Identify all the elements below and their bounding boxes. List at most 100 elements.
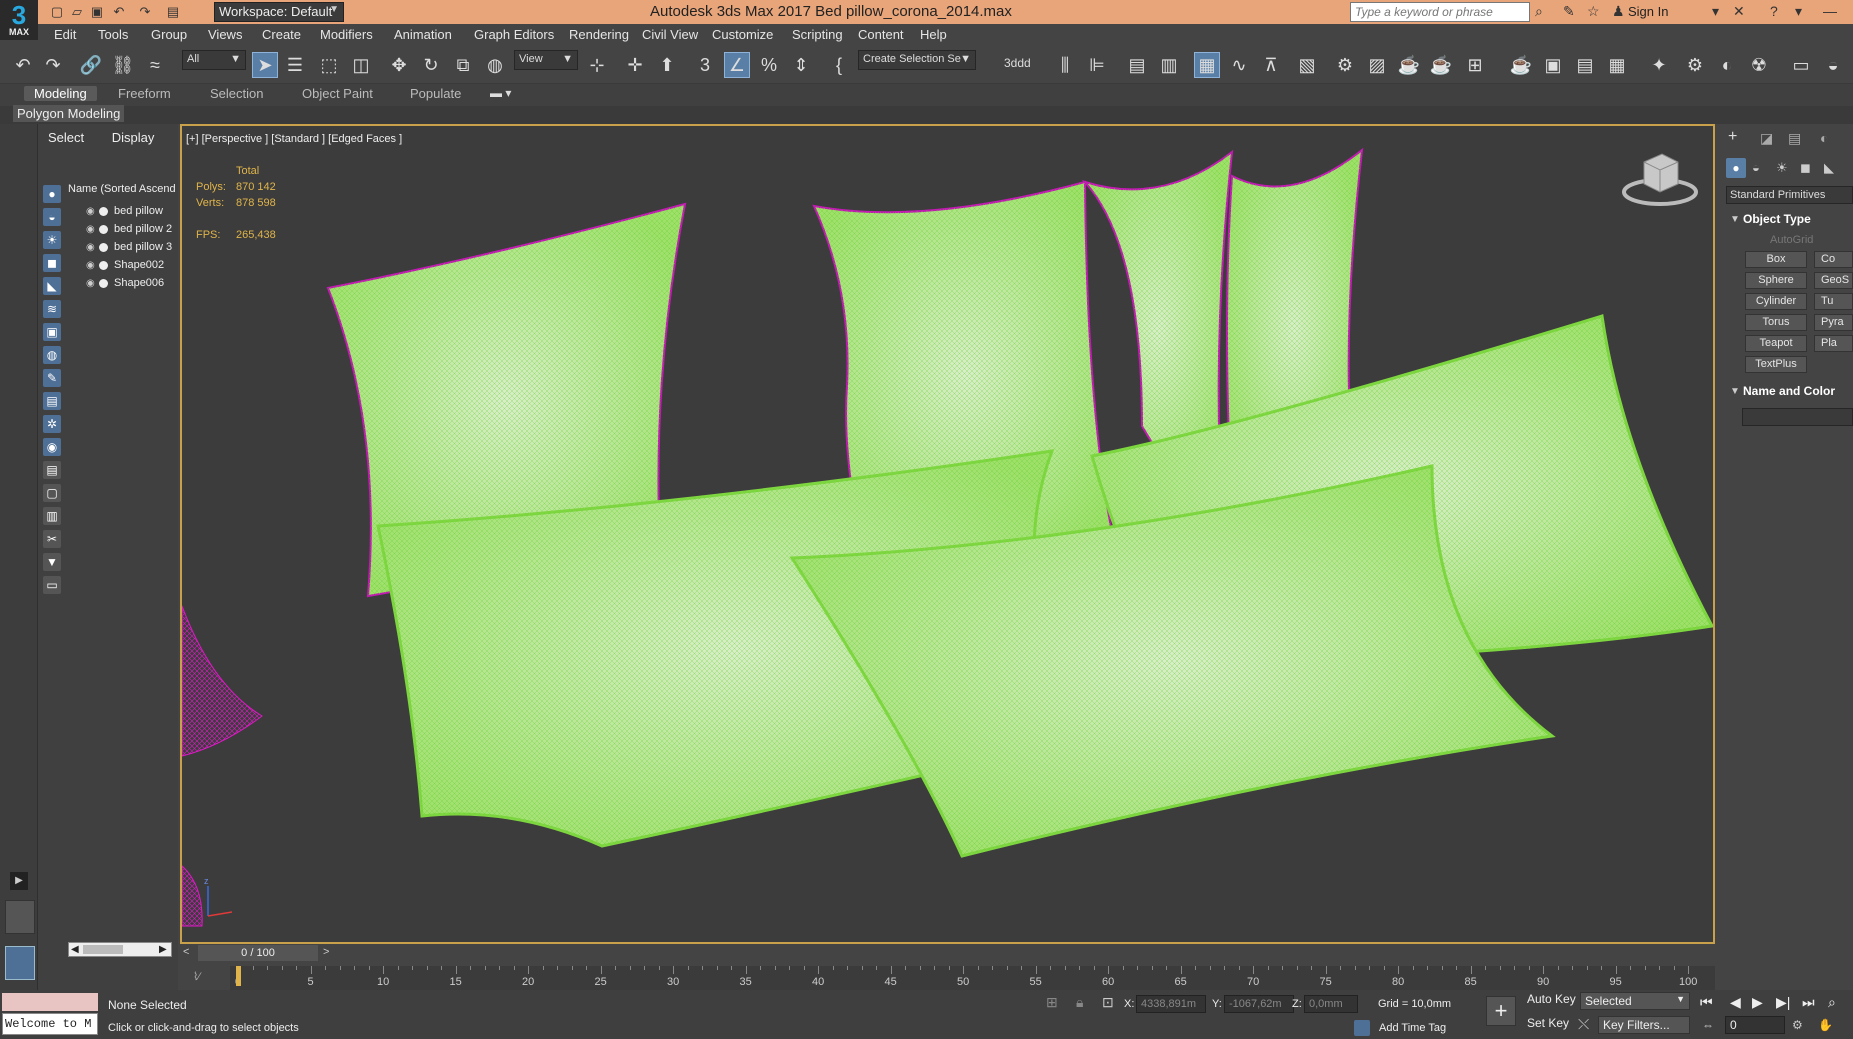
save-file-icon[interactable]: ▣ <box>88 3 106 20</box>
toggle-ribbon-icon[interactable]: ▦ <box>1194 52 1220 78</box>
binoculars-icon[interactable]: ⌕ <box>1535 3 1543 20</box>
edit-named-selection-icon[interactable]: { <box>826 52 852 78</box>
helpers-category-icon[interactable]: ◣ <box>1824 160 1834 176</box>
menu-scripting[interactable]: Scripting <box>792 27 843 42</box>
group-filter-icon[interactable]: ▣ <box>43 323 61 341</box>
motion-tab-icon[interactable]: ◐ <box>1820 130 1828 146</box>
primitives-dropdown[interactable]: Standard Primitives <box>1726 186 1853 204</box>
go-to-start-icon[interactable]: ⏮ <box>1700 994 1713 1011</box>
play-icon[interactable]: ▶ <box>1752 994 1763 1011</box>
tab-selection[interactable]: Selection <box>210 86 263 101</box>
geometry-category-icon[interactable]: ● <box>1726 158 1746 178</box>
time-tag-icon[interactable] <box>1354 1020 1370 1036</box>
menu-create[interactable]: Create <box>262 27 301 42</box>
invert-selection-icon[interactable]: ▥ <box>43 507 61 525</box>
mirror-icon[interactable]: ⫼ <box>1052 52 1078 78</box>
teapot-render-icon[interactable]: ☕ <box>1508 52 1534 78</box>
pan-view-icon[interactable]: ✋ <box>1818 1018 1833 1032</box>
menu-modifiers[interactable]: Modifiers <box>320 27 373 42</box>
freeze-icon[interactable] <box>99 242 108 252</box>
eye-icon[interactable]: ◉ <box>86 206 96 217</box>
user-icon[interactable]: ♟ <box>1612 3 1625 20</box>
track-bar[interactable]: 0510152025303540455055606570758085909510… <box>230 966 1715 990</box>
list-item[interactable]: ◉ bed pillow 2 <box>86 223 176 240</box>
freeze-icon[interactable] <box>99 278 108 288</box>
tube-button[interactable]: Tu <box>1814 293 1853 310</box>
key-filters-button[interactable]: Key Filters... <box>1598 1016 1690 1034</box>
placement-icon[interactable]: ◍ <box>482 52 508 78</box>
y-coordinate-field[interactable]: -1067,62m <box>1224 995 1294 1013</box>
modify-tab-icon[interactable]: ◪ <box>1760 130 1773 147</box>
scene-explorer-icon[interactable]: ▤ <box>1124 52 1150 78</box>
search-input[interactable]: Type a keyword or phrase <box>1350 2 1530 22</box>
render-setup-icon[interactable]: ⚙ <box>1332 52 1358 78</box>
shape-filter-icon[interactable]: ◒ <box>43 208 61 226</box>
auto-key-button[interactable]: Auto Key <box>1527 992 1576 1006</box>
z-coordinate-field[interactable]: 0,0mm <box>1304 995 1358 1013</box>
sign-in-link[interactable]: Sign In <box>1628 4 1668 19</box>
time-config-icon[interactable]: ⚙ <box>1792 1018 1803 1032</box>
unlink-icon[interactable]: ⛓ <box>110 52 136 78</box>
select-object-icon[interactable]: ➤ <box>252 52 278 78</box>
select-by-name-icon[interactable]: ☰ <box>282 52 308 78</box>
chevron-left-icon[interactable]: ◀ <box>71 944 79 955</box>
select-all-icon[interactable]: ▤ <box>43 461 61 479</box>
render-cloud-icon[interactable]: ⊞ <box>1462 52 1488 78</box>
current-frame-marker[interactable] <box>236 966 241 986</box>
project-folder-icon[interactable]: ▤ <box>164 3 182 20</box>
filter-icon[interactable]: ▼ <box>43 553 61 571</box>
plane-button[interactable]: Pla <box>1814 335 1853 352</box>
camera-filter-icon[interactable]: ◼ <box>43 254 61 272</box>
align-icon[interactable]: ⊫ <box>1084 52 1110 78</box>
lights-category-icon[interactable]: ☀ <box>1776 160 1788 176</box>
menu-animation[interactable]: Animation <box>394 27 452 42</box>
eye-icon[interactable]: ◉ <box>86 224 96 235</box>
selection-lock-icon[interactable]: 🔒︎ <box>1076 994 1083 1011</box>
polygon-modeling-panel[interactable]: Polygon Modeling <box>13 105 125 122</box>
close-icon[interactable]: ✕ <box>1733 3 1745 20</box>
curve-editor-icon[interactable]: ∿ <box>1226 52 1252 78</box>
communication-icon[interactable]: ✎ <box>1563 3 1575 20</box>
current-frame-field[interactable]: 0 <box>1725 1016 1785 1034</box>
particle-filter-icon[interactable]: ✲ <box>43 415 61 433</box>
maxscript-listener-swatch[interactable] <box>2 993 98 1011</box>
next-frame-icon[interactable]: ▶| <box>1776 994 1790 1011</box>
move-icon[interactable]: ✥ <box>386 52 412 78</box>
converter-icon[interactable]: ☢ <box>1746 52 1772 78</box>
layer-explorer-icon[interactable]: ▥ <box>1156 52 1182 78</box>
named-selection-dropdown[interactable]: Create Selection Se ▼ <box>858 50 976 70</box>
tab-populate[interactable]: Populate <box>410 86 461 101</box>
helper-filter-icon[interactable]: ◣ <box>43 277 61 295</box>
chevron-left-icon[interactable]: < <box>183 946 189 958</box>
add-time-tag[interactable]: Add Time Tag <box>1379 1022 1446 1034</box>
chevron-right-icon[interactable]: ▶ <box>159 944 167 955</box>
key-selection-dropdown[interactable]: Selected ▼ <box>1580 992 1690 1010</box>
percent-snap-icon[interactable]: % <box>756 52 782 78</box>
settings-icon[interactable]: ⚙ <box>1682 52 1708 78</box>
name-column-header[interactable]: Name (Sorted Ascend <box>68 183 176 201</box>
pivot-center-icon[interactable]: ⊹ <box>584 52 610 78</box>
bone-filter-icon[interactable]: ✎ <box>43 369 61 387</box>
geometry-filter-icon[interactable]: ● <box>43 185 61 203</box>
menu-rendering[interactable]: Rendering <box>569 27 629 42</box>
light-filter-icon[interactable]: ☀ <box>43 231 61 249</box>
select-none-icon[interactable]: ▢ <box>43 484 61 502</box>
tab-select[interactable]: Select <box>48 130 84 145</box>
tab-modeling[interactable]: Modeling <box>24 86 97 101</box>
scale-icon[interactable]: ⧉ <box>450 52 476 78</box>
freeze-icon[interactable] <box>99 224 108 234</box>
spinner-snap-icon[interactable]: ⇕ <box>788 52 814 78</box>
lock-icon[interactable]: ▭ <box>43 576 61 594</box>
snaps-toggle-icon[interactable]: 3 <box>692 52 718 78</box>
collapse-icon[interactable]: ▼ <box>1730 386 1740 397</box>
tab-display[interactable]: Display <box>112 130 155 145</box>
go-to-end-icon[interactable]: ⏭ <box>1802 994 1815 1011</box>
cylinder-button[interactable]: Cylinder <box>1745 293 1807 310</box>
previous-frame-icon[interactable]: ◀ <box>1730 994 1741 1011</box>
shape-object-pink[interactable] <box>182 605 263 927</box>
torus-button[interactable]: Torus <box>1745 314 1807 331</box>
cone-button[interactable]: Co <box>1814 251 1853 268</box>
set-key-button[interactable]: + <box>1486 996 1516 1026</box>
material-editor-icon[interactable]: ▧ <box>1294 52 1320 78</box>
menu-civil-view[interactable]: Civil View <box>642 27 698 42</box>
